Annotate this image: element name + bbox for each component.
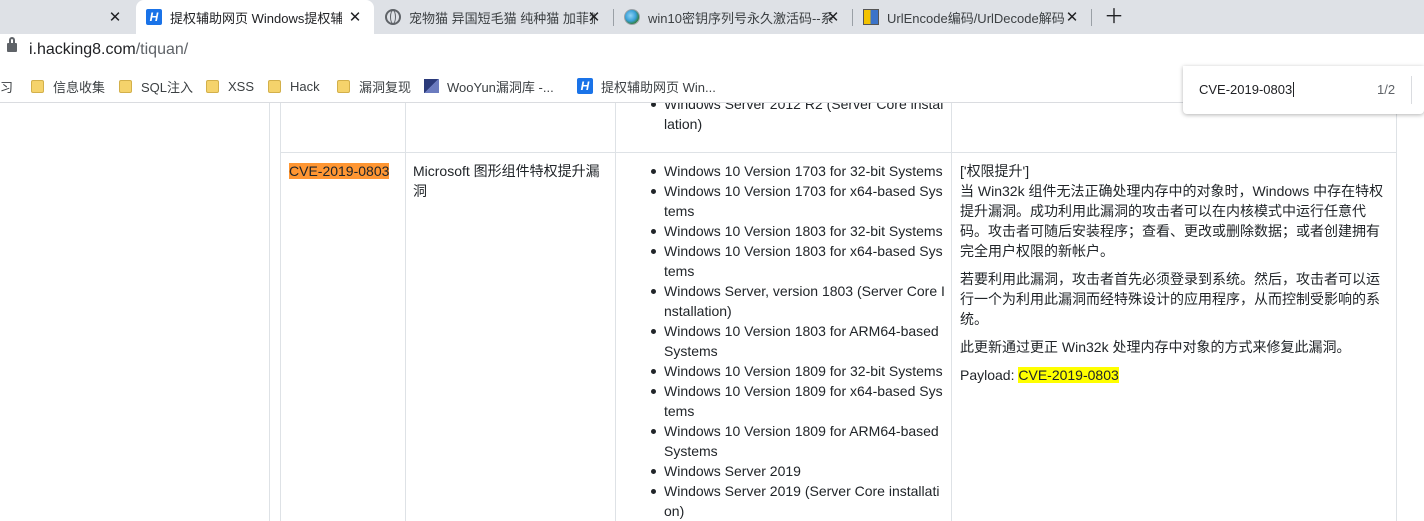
table-border (280, 103, 281, 521)
tab-separator (1091, 9, 1092, 26)
tab-title: UrlEncode编码/UrlDecode解码 (887, 10, 1065, 26)
close-icon[interactable]: ✕ (106, 8, 124, 26)
tab-4[interactable]: UrlEncode编码/UrlDecode解码 ✕ (853, 0, 1091, 34)
bookmark-folder[interactable]: 漏洞复现 (337, 70, 411, 102)
bookmark-label: 漏洞复现 (359, 79, 412, 95)
bookmark-folder[interactable]: SQL注入 (119, 70, 193, 102)
tab-3[interactable]: win10密钥序列号永久激活码--系 ✕ (614, 0, 852, 34)
bookmark-label: XSS (228, 78, 255, 94)
text-caret (1293, 82, 1295, 97)
find-input[interactable]: CVE-2019-0803 (1199, 82, 1295, 97)
wooyun-icon (424, 79, 439, 93)
lock-icon[interactable] (7, 37, 17, 52)
vuln-description: ['权限提升'] 当 Win32k 组件无法正确处理内存中的对象时，Window… (960, 161, 1388, 393)
list-item: Windows 10 Version 1809 for 32-bit Syste… (651, 361, 945, 381)
bookmark-folder[interactable]: Hack (268, 70, 320, 102)
tab-title: 提权辅助网页 Windows提权辅助 (170, 10, 342, 26)
bookmark-label: SQL注入 (141, 79, 194, 95)
desc-paragraph: 当 Win32k 组件无法正确处理内存中的对象时，Windows 中存在特权提升… (960, 183, 1384, 259)
affected-systems-list: Windows 10 Version 1703 for 32-bit Syste… (651, 161, 945, 521)
folder-icon (337, 79, 350, 93)
table-border (1396, 103, 1397, 521)
folder-icon (31, 79, 44, 93)
close-icon[interactable]: ✕ (824, 8, 842, 26)
url-path: /tiquan/ (135, 41, 189, 58)
cve-id: CVE-2019-0803 (289, 161, 390, 181)
table-border (951, 103, 952, 521)
find-separator (1411, 76, 1412, 104)
affected-systems: Windows 10 Version 1703 for 32-bit Syste… (651, 161, 945, 521)
bookmark-label: WooYun漏洞库 -... (447, 79, 554, 95)
table-border (269, 103, 270, 521)
list-item: Windows 10 Version 1809 for ARM64-based … (651, 421, 945, 461)
folder-icon (119, 79, 132, 93)
payload-label: Payload: (960, 367, 1019, 383)
table-border (615, 103, 616, 521)
new-tab-button[interactable]: ＋ (1103, 6, 1125, 28)
tab-title: win10密钥序列号永久激活码--系 (648, 10, 834, 26)
search-highlight-current: CVE-2019-0803 (289, 163, 390, 179)
prev-row-systems: Windows Server 2012 R2 (Server Core inst… (651, 103, 944, 134)
address-bar[interactable] (0, 34, 1424, 70)
page-content: Windows Server 2012 R2 (Server Core inst… (0, 103, 1424, 521)
search-highlight: CVE-2019-0803 (1018, 367, 1119, 383)
tab-0[interactable]: ✕ (0, 0, 134, 34)
url-text[interactable]: i.hacking8.com/tiquan/ (29, 41, 188, 59)
bookmark-label: 提权辅助网页 Win... (601, 79, 716, 95)
payload-line: Payload: CVE-2019-0803 (960, 365, 1388, 385)
bookmark-item[interactable]: WooYun漏洞库 -... (424, 70, 554, 102)
globe-icon (385, 9, 401, 25)
list-item: Windows 10 Version 1803 for ARM64-based … (651, 321, 945, 361)
h-logo-icon: H (146, 9, 162, 25)
tab-1[interactable]: H 提权辅助网页 Windows提权辅助 ✕ (136, 0, 374, 34)
url-host: i.hacking8.com (29, 41, 136, 58)
bookmark-item[interactable]: H 提权辅助网页 Win... (577, 70, 716, 102)
folder-icon (206, 79, 219, 93)
desc-paragraph: 若要利用此漏洞，攻击者首先必须登录到系统。然后，攻击者可以运行一个为利用此漏洞而… (960, 271, 1380, 327)
bookmark-item[interactable]: 习 (0, 70, 13, 102)
table-border (280, 152, 1397, 153)
list-item: Windows 10 Version 1809 for x64-based Sy… (651, 381, 945, 421)
bookmark-label: Hack (290, 78, 320, 94)
win10-site-icon (624, 9, 640, 25)
list-item: Windows 10 Version 1803 for 32-bit Syste… (651, 221, 945, 241)
bookmark-folder[interactable]: 信息收集 (31, 70, 105, 102)
list-item: Windows Server 2019 (Server Core install… (651, 481, 945, 521)
list-item: Windows 10 Version 1703 for x64-based Sy… (651, 181, 945, 221)
close-icon[interactable]: ✕ (585, 8, 603, 26)
bookmark-label: 习 (0, 79, 14, 95)
close-icon[interactable]: ✕ (1063, 8, 1081, 26)
tab-title: 宠物猫 异国短毛猫 纯种猫 加菲猫 (409, 10, 595, 26)
list-item: Windows Server, version 1803 (Server Cor… (651, 283, 945, 319)
vuln-title: Microsoft 图形组件特权提升漏洞 (413, 163, 600, 199)
tab-strip: ✕ H 提权辅助网页 Windows提权辅助 ✕ 宠物猫 异国短毛猫 纯种猫 加… (0, 0, 1424, 34)
find-bar: CVE-2019-0803 1/2 (1183, 66, 1424, 114)
table-border (405, 103, 406, 521)
close-icon[interactable]: ✕ (346, 8, 364, 26)
bookmark-label: 信息收集 (53, 79, 106, 95)
urlencode-site-icon (863, 9, 879, 25)
find-match-count: 1/2 (1377, 82, 1396, 97)
find-query: CVE-2019-0803 (1199, 82, 1293, 97)
desc-paragraph: 此更新通过更正 Win32k 处理内存中对象的方式来修复此漏洞。 (960, 339, 1351, 355)
list-item: Windows 10 Version 1803 for x64-based Sy… (651, 241, 945, 281)
list-item: Windows Server 2012 R2 (Server Core inst… (651, 103, 944, 134)
affected-systems-list: Windows Server 2012 R2 (Server Core inst… (651, 103, 944, 134)
list-item: Windows 10 Version 1703 for 32-bit Syste… (651, 161, 945, 181)
plus-icon: ＋ (1104, 6, 1124, 28)
bookmark-folder[interactable]: XSS (206, 70, 254, 102)
h-logo-icon: H (577, 78, 593, 94)
tab-2[interactable]: 宠物猫 异国短毛猫 纯种猫 加菲猫 ✕ (375, 0, 613, 34)
folder-icon (268, 79, 281, 93)
list-item: Windows Server 2019 (651, 461, 945, 481)
desc-tag: ['权限提升'] (960, 163, 1030, 179)
